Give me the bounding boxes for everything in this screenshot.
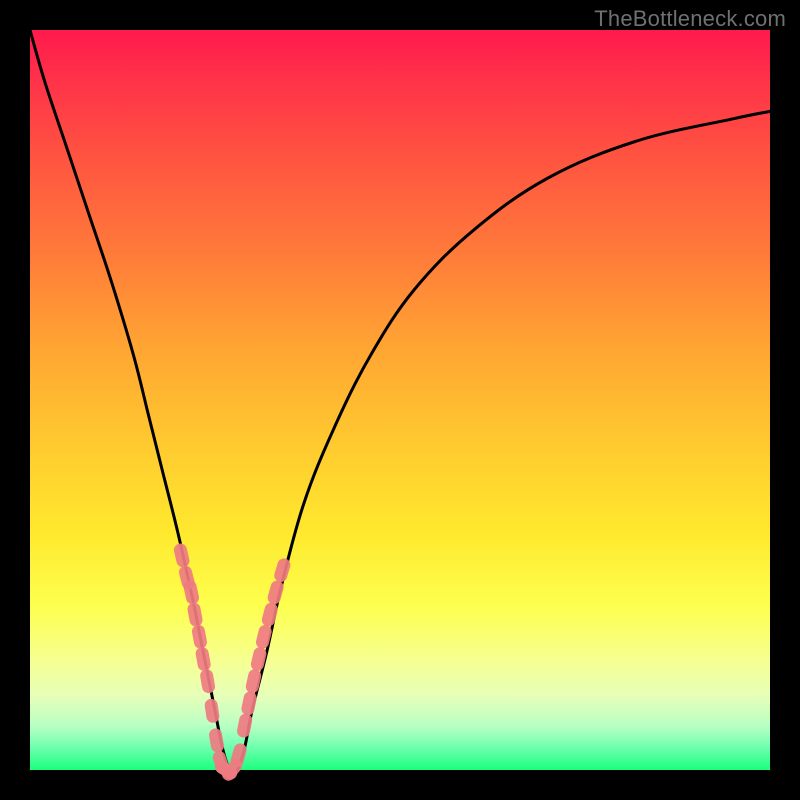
chart-plot-area bbox=[30, 30, 770, 770]
sample-markers bbox=[173, 542, 292, 783]
outer-frame: TheBottleneck.com bbox=[0, 0, 800, 800]
bottleneck-curve bbox=[30, 30, 770, 773]
chart-svg bbox=[30, 30, 770, 770]
watermark-text: TheBottleneck.com bbox=[594, 6, 786, 32]
